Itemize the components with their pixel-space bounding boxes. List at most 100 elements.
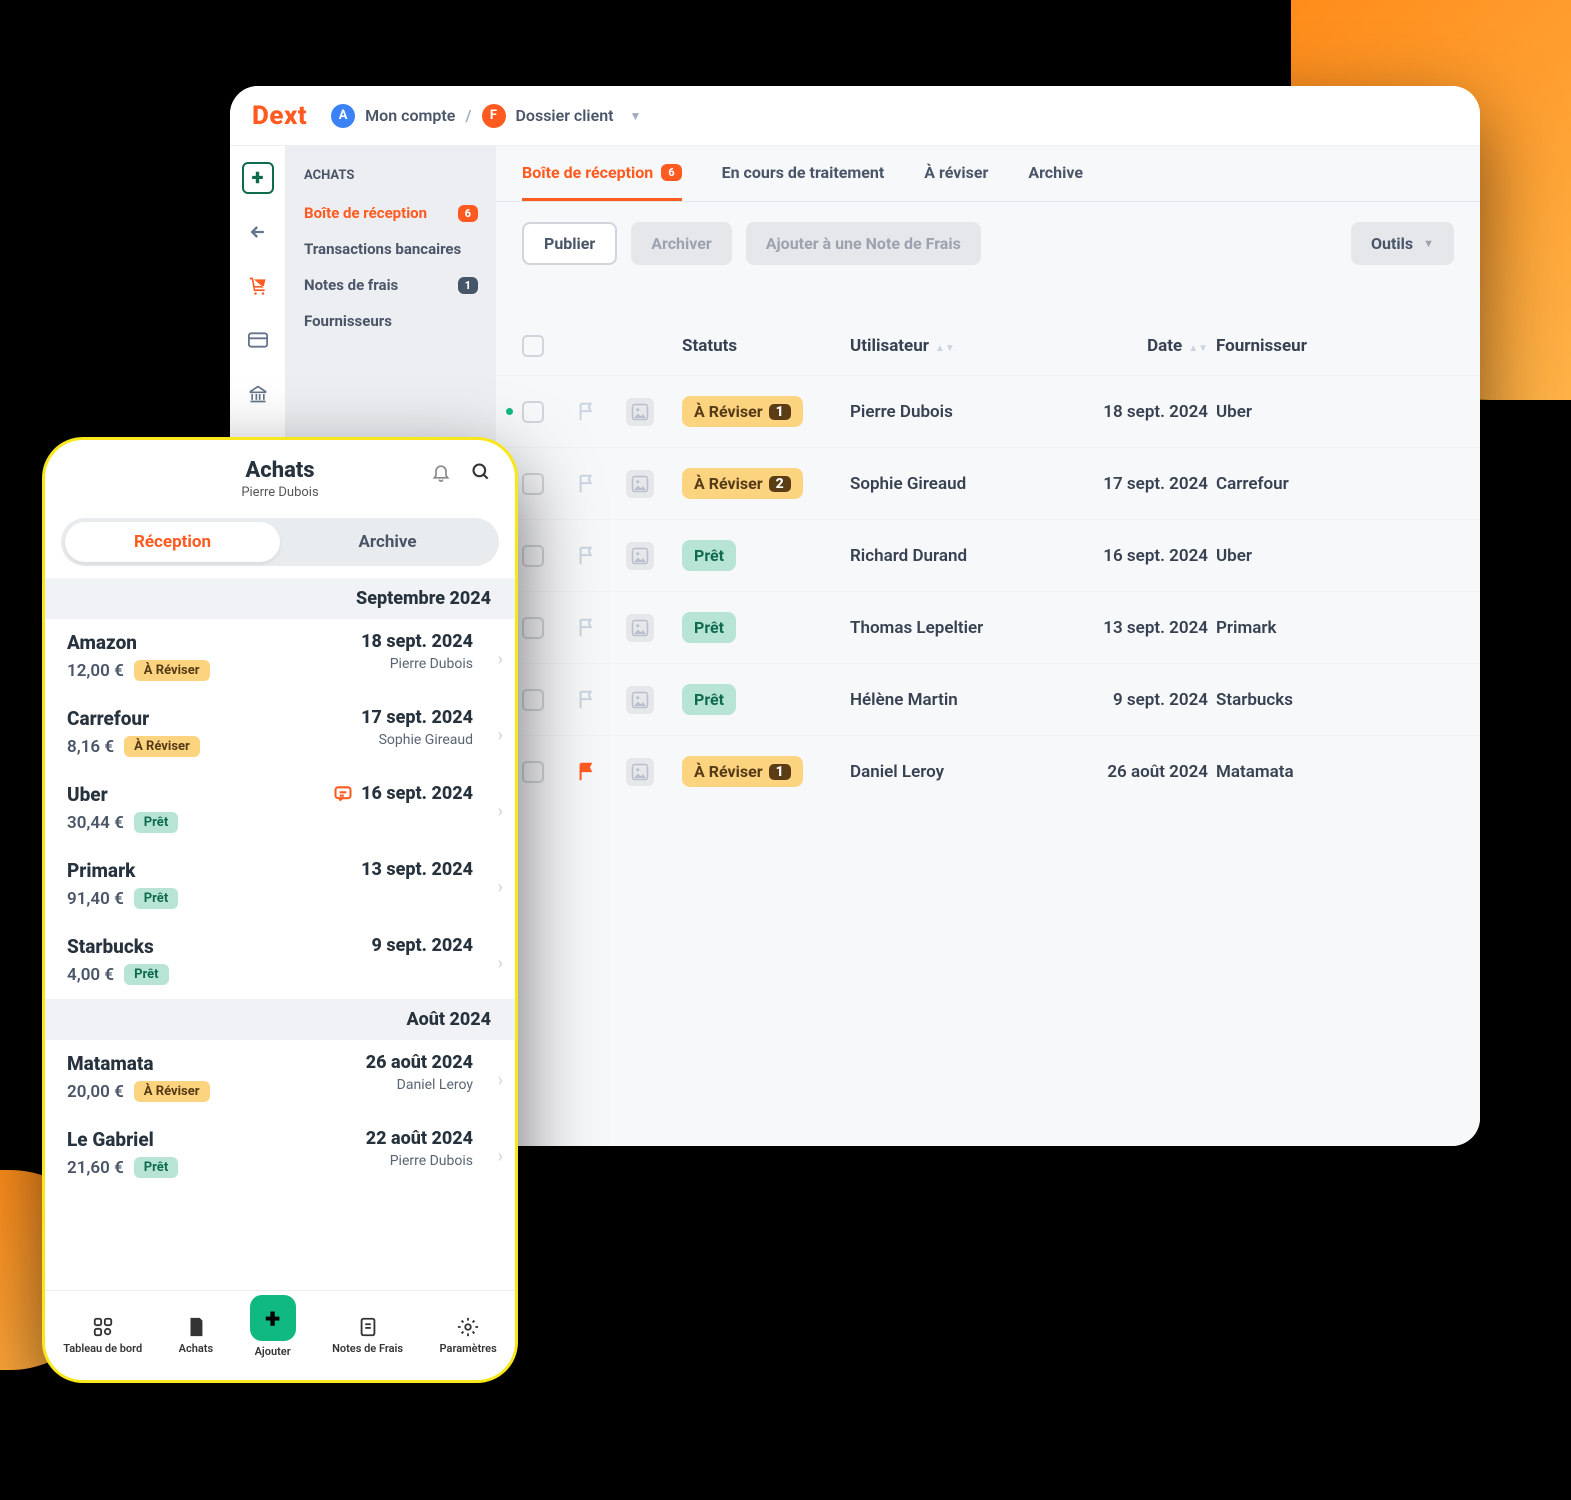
nav-dashboard[interactable]: Tableau de bord (63, 1316, 142, 1355)
chevron-right-icon: › (498, 801, 503, 822)
status-badge: À Réviser1 (682, 396, 803, 427)
status-badge: Prêt (134, 888, 178, 909)
sidebar-section-title: ACHATS (290, 164, 492, 195)
column-user[interactable]: Utilisateur▲▼ (850, 336, 1040, 356)
rail-back-icon[interactable] (242, 216, 274, 248)
image-icon[interactable] (626, 470, 654, 498)
table-row[interactable]: À Réviser2Sophie Gireaud17 sept. 2024Car… (496, 447, 1480, 519)
tools-button[interactable]: Outils▼ (1351, 222, 1454, 265)
status-dot-icon (506, 408, 513, 415)
flag-icon[interactable] (576, 761, 618, 783)
select-all-checkbox[interactable] (522, 335, 544, 357)
header: Dext A Mon compte / F Dossier client ▼ (230, 86, 1480, 146)
tab[interactable]: En cours de traitement (722, 146, 885, 201)
row-user: Richard Durand (850, 546, 1040, 566)
segment-reception[interactable]: Réception (65, 522, 280, 562)
mobile-list-item[interactable]: Primark91,40 €Prêt13 sept. 2024› (45, 847, 515, 923)
image-icon[interactable] (626, 542, 654, 570)
table-row[interactable]: À Réviser1Pierre Dubois18 sept. 2024Uber (496, 375, 1480, 447)
publish-button[interactable]: Publier (522, 222, 617, 265)
status-badge: À Réviser (124, 736, 200, 757)
mobile-list-item[interactable]: Uber30,44 €Prêt16 sept. 2024› (45, 771, 515, 847)
image-icon[interactable] (626, 686, 654, 714)
sidebar-item[interactable]: Notes de frais1 (290, 267, 492, 303)
row-date: 18 sept. 2024 (1048, 402, 1208, 422)
row-checkbox[interactable] (522, 473, 544, 495)
rail-cart-icon[interactable] (242, 270, 274, 302)
row-checkbox[interactable] (522, 545, 544, 567)
rail-card-icon[interactable] (242, 324, 274, 356)
rail-add-button[interactable]: + (242, 162, 274, 194)
chevron-right-icon: › (498, 725, 503, 746)
nav-settings[interactable]: Paramètres (440, 1316, 497, 1355)
column-date[interactable]: Date▲▼ (1048, 336, 1208, 356)
row-checkbox[interactable] (522, 617, 544, 639)
flag-icon[interactable] (576, 617, 618, 639)
mobile-list-item[interactable]: Starbucks4,00 €Prêt9 sept. 2024› (45, 923, 515, 999)
tab[interactable]: À réviser (924, 146, 988, 201)
mobile-list-item[interactable]: Le Gabriel21,60 €Prêt22 août 2024Pierre … (45, 1116, 515, 1192)
breadcrumb-client[interactable]: Dossier client (516, 106, 614, 125)
status-badge: Prêt (682, 540, 736, 571)
add-note-button[interactable]: Ajouter à une Note de Frais (746, 222, 981, 265)
chevron-right-icon: › (498, 877, 503, 898)
mobile-subtitle: Pierre Dubois (65, 485, 495, 500)
mobile-list-item[interactable]: Amazon12,00 €À Réviser18 sept. 2024Pierr… (45, 619, 515, 695)
segment-archive[interactable]: Archive (280, 522, 495, 562)
nav-add[interactable]: +Ajouter (250, 1313, 296, 1358)
status-badge: Prêt (682, 684, 736, 715)
mobile-bottom-nav: Tableau de bord Achats +Ajouter Notes de… (45, 1290, 515, 1380)
image-icon[interactable] (626, 398, 654, 426)
breadcrumb-account[interactable]: Mon compte (365, 106, 455, 125)
account-avatar: A (331, 104, 355, 128)
status-badge: À Réviser1 (682, 756, 803, 787)
image-icon[interactable] (626, 758, 654, 786)
row-checkbox[interactable] (522, 401, 544, 423)
row-supplier: Uber (1216, 546, 1356, 566)
table-row[interactable]: PrêtHélène Martin9 sept. 2024Starbucks (496, 663, 1480, 735)
table-row[interactable]: À Réviser1Daniel Leroy26 août 2024Matama… (496, 735, 1480, 807)
row-supplier: Uber (1216, 402, 1356, 422)
status-badge: Prêt (134, 1157, 178, 1178)
table-header: Statuts Utilisateur▲▼ Date▲▼ Fournisseur (496, 285, 1480, 375)
sidebar-item[interactable]: Transactions bancaires (290, 231, 492, 267)
column-supplier[interactable]: Fournisseur (1216, 336, 1356, 356)
status-badge: À Réviser2 (682, 468, 803, 499)
row-user: Daniel Leroy (850, 762, 1040, 782)
chevron-down-icon[interactable]: ▼ (630, 109, 642, 123)
bell-icon[interactable] (431, 462, 451, 482)
chevron-right-icon: › (498, 1146, 503, 1167)
search-icon[interactable] (471, 462, 491, 482)
flag-icon[interactable] (576, 689, 618, 711)
tab[interactable]: Boîte de réception6 (522, 146, 682, 201)
table-row[interactable]: PrêtRichard Durand16 sept. 2024Uber (496, 519, 1480, 591)
sidebar-item[interactable]: Boîte de réception6 (290, 195, 492, 231)
flag-icon[interactable] (576, 401, 618, 423)
row-supplier: Starbucks (1216, 690, 1356, 710)
image-icon[interactable] (626, 614, 654, 642)
message-icon (333, 784, 353, 804)
column-status[interactable]: Statuts (682, 336, 842, 356)
nav-notes[interactable]: Notes de Frais (332, 1316, 403, 1355)
row-checkbox[interactable] (522, 689, 544, 711)
logo: Dext (252, 101, 307, 131)
mobile-section-header: Septembre 2024 (45, 578, 515, 619)
sidebar-item[interactable]: Fournisseurs (290, 303, 492, 339)
row-supplier: Carrefour (1216, 474, 1356, 494)
row-checkbox[interactable] (522, 761, 544, 783)
mobile-list-item[interactable]: Matamata20,00 €À Réviser26 août 2024Dani… (45, 1040, 515, 1116)
flag-icon[interactable] (576, 545, 618, 567)
flag-icon[interactable] (576, 473, 618, 495)
table-row[interactable]: PrêtThomas Lepeltier13 sept. 2024Primark (496, 591, 1480, 663)
nav-purchases[interactable]: Achats (179, 1316, 213, 1355)
mobile-list-item[interactable]: Carrefour8,16 €À Réviser17 sept. 2024Sop… (45, 695, 515, 771)
archive-button[interactable]: Archiver (631, 222, 732, 265)
main-content: Boîte de réception6 En cours de traitemen… (496, 146, 1480, 1146)
row-supplier: Matamata (1216, 762, 1356, 782)
row-date: 13 sept. 2024 (1048, 618, 1208, 638)
status-badge: À Réviser (134, 660, 210, 681)
rail-bank-icon[interactable] (242, 378, 274, 410)
client-avatar: F (482, 104, 506, 128)
tab[interactable]: Archive (1028, 146, 1083, 201)
mobile-header: Achats Pierre Dubois (45, 440, 515, 510)
